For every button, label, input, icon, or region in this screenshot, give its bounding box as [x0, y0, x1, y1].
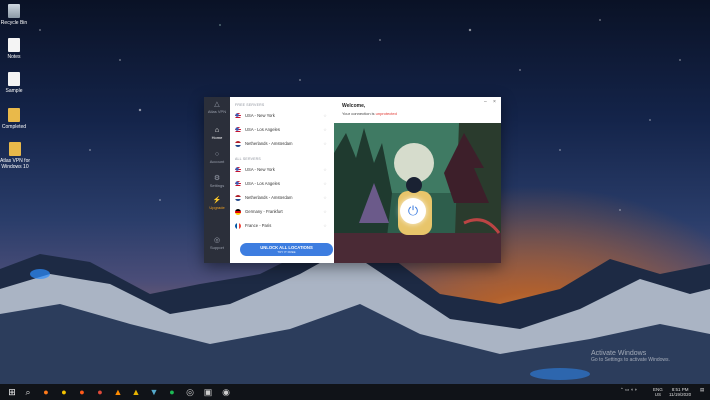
language-indicator[interactable]: ENG US	[653, 387, 663, 397]
hiker-scene-illustration	[334, 123, 501, 263]
close-button[interactable]: ×	[493, 99, 496, 105]
favorite-icon[interactable]: ☆	[321, 221, 329, 231]
power-icon: ⏻	[407, 203, 419, 218]
document-icon	[8, 72, 20, 86]
firefox-icon[interactable]: ●	[76, 386, 88, 398]
sidebar-item-support[interactable]: ◎ Support	[204, 237, 230, 250]
connection-header: Welcome, Your connection is unprotected …	[334, 97, 501, 123]
search-icon[interactable]: ⌕	[22, 386, 34, 398]
list-item[interactable]: Netherlands - Amsterdam ☆	[235, 139, 329, 149]
free-servers-heading: FREE SERVERS	[235, 103, 265, 107]
vlc-icon[interactable]: ▲	[112, 386, 124, 398]
document-icon	[8, 38, 20, 52]
clock[interactable]: 8:51 PM 11/19/2020	[669, 387, 691, 397]
desktop-icon-completed[interactable]: Completed	[0, 108, 28, 130]
chrome-icon[interactable]: ●	[94, 386, 106, 398]
sidebar: △ Atlas VPN ⌂ Home ○ Account ⚙ Settings …	[204, 97, 230, 263]
folder-icon	[9, 142, 21, 156]
tray-icons[interactable]: ⌃ ▭ ◖ ◗	[620, 387, 637, 392]
lightning-icon: ⚡	[212, 197, 222, 204]
favorite-icon[interactable]: ☆	[321, 139, 329, 149]
taskbar: ⊞ ⌕ ● ● ● ● ▲ ▲ ▼ ● ◎ ▣ ◉ ⌃ ▭ ◖ ◗ ENG US…	[0, 384, 710, 400]
list-item[interactable]: Netherlands - Amsterdam ☆	[235, 193, 329, 203]
folder-icon	[8, 108, 20, 122]
gear-icon: ⚙	[213, 175, 221, 182]
favorite-icon[interactable]: ☆	[321, 179, 329, 189]
all-servers-heading: ALL SERVERS	[235, 157, 261, 161]
list-item[interactable]: Germany - Frankfurt ☆	[235, 207, 329, 217]
minimize-button[interactable]: –	[484, 99, 487, 105]
account-icon: ○	[214, 151, 220, 158]
desktop-icon-atlas-vpn[interactable]: Atlas VPN for Windows 10	[0, 142, 30, 170]
connection-status: Your connection is unprotected	[342, 111, 397, 116]
usa-flag-icon	[235, 166, 241, 173]
support-icon: ◎	[213, 237, 221, 244]
desktop-icon-sample[interactable]: Sample	[0, 72, 28, 94]
list-item[interactable]: France - Paris ☆	[235, 221, 329, 231]
usa-flag-icon	[235, 126, 241, 133]
favorite-icon[interactable]: ☆	[321, 193, 329, 203]
chrome-icon[interactable]: ●	[58, 386, 70, 398]
netherlands-flag-icon	[235, 140, 241, 147]
usa-flag-icon	[235, 112, 241, 119]
app-icon[interactable]: ▣	[202, 386, 214, 398]
favorite-icon[interactable]: ☆	[321, 207, 329, 217]
status-value: unprotected	[375, 111, 397, 116]
favorite-icon[interactable]: ☆	[321, 165, 329, 175]
sidebar-item-upgrade[interactable]: ⚡ Upgrade	[204, 197, 230, 210]
sidebar-item-settings[interactable]: ⚙ Settings	[204, 175, 230, 188]
server-list: FREE SERVERS USA - New York ☆ USA - Los …	[230, 97, 360, 263]
desktop-icon-notes[interactable]: Notes	[0, 38, 28, 60]
list-item[interactable]: USA - Los Angeles ☆	[235, 179, 329, 189]
germany-flag-icon	[235, 208, 241, 215]
welcome-text: Welcome,	[342, 103, 366, 109]
atlas-vpn-window: △ Atlas VPN ⌂ Home ○ Account ⚙ Settings …	[204, 97, 501, 263]
recycle-bin-icon	[8, 4, 20, 18]
desktop-icon-recycle-bin[interactable]: Recycle Bin	[0, 4, 28, 26]
list-item[interactable]: USA - Los Angeles ☆	[235, 125, 329, 135]
favorite-icon[interactable]: ☆	[321, 125, 329, 135]
usa-flag-icon	[235, 180, 241, 187]
netherlands-flag-icon	[235, 194, 241, 201]
activate-windows-watermark: Activate Windows Go to Settings to activ…	[591, 350, 670, 363]
list-item[interactable]: USA - New York ☆	[235, 165, 329, 175]
sidebar-item-account[interactable]: ○ Account	[204, 151, 230, 164]
connect-power-button[interactable]: ⏻	[400, 198, 426, 224]
app-icon[interactable]: ◎	[184, 386, 196, 398]
chrome-icon[interactable]: ◉	[220, 386, 232, 398]
favorite-icon[interactable]: ☆	[321, 111, 329, 121]
france-flag-icon	[235, 222, 241, 229]
firefox-icon[interactable]: ●	[40, 386, 52, 398]
connection-panel: Welcome, Your connection is unprotected …	[334, 97, 501, 263]
app-icon[interactable]: ▲	[130, 386, 142, 398]
sidebar-item-home[interactable]: ⌂ Home	[204, 127, 230, 140]
sidebar-item-atlas-logo[interactable]: △ Atlas VPN	[204, 101, 230, 114]
notification-icon[interactable]: ▤	[700, 387, 704, 392]
windows-start-icon[interactable]: ⊞	[6, 386, 18, 398]
home-icon: ⌂	[214, 127, 220, 134]
list-item[interactable]: USA - New York ☆	[235, 111, 329, 121]
atlas-logo-icon: △	[214, 101, 220, 108]
app-icon[interactable]: ▼	[148, 386, 160, 398]
illustration: ⏻	[334, 123, 501, 263]
unlock-all-locations-button[interactable]: UNLOCK ALL LOCATIONS TRY IT FREE	[240, 243, 333, 256]
spotify-icon[interactable]: ●	[166, 386, 178, 398]
